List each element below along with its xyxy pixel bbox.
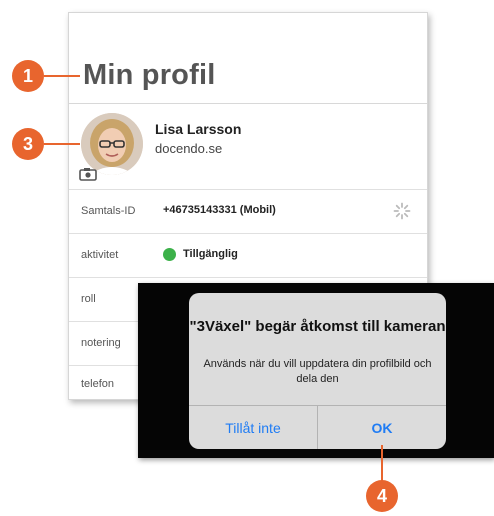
permission-alert: "3Växel" begär åtkomst till kameran Anvä…	[189, 293, 446, 449]
callout-leader-1	[44, 75, 80, 77]
activity-label: aktivitet	[81, 249, 119, 261]
profile-name: Lisa Larsson	[155, 121, 242, 137]
loading-spinner-icon	[393, 202, 411, 220]
row-activity[interactable]: aktivitet Tillgänglig	[69, 233, 427, 278]
alert-title: "3Växel" begär åtkomst till kameran	[189, 318, 446, 335]
callout-leader-4	[381, 445, 383, 482]
avatar[interactable]	[81, 113, 143, 175]
page-title: Min profil	[83, 59, 216, 91]
call-id-value: +46735143331 (Mobil)	[163, 204, 276, 216]
activity-value: Tillgänglig	[183, 248, 238, 260]
callout-badge-4: 4	[366, 480, 398, 512]
callout-badge-3: 3	[12, 128, 44, 160]
row-call-id[interactable]: Samtals-ID +46735143331 (Mobil)	[69, 189, 427, 234]
role-label: roll	[81, 293, 96, 305]
title-divider	[69, 103, 427, 104]
note-label: notering	[81, 337, 121, 349]
phone-label: telefon	[81, 378, 115, 390]
ok-button[interactable]: OK	[318, 406, 446, 449]
dialog-overlay: "3Växel" begär åtkomst till kameran Anvä…	[138, 283, 494, 458]
camera-icon[interactable]	[79, 167, 97, 181]
status-dot-icon	[163, 248, 176, 261]
callout-badge-1: 1	[12, 60, 44, 92]
profile-org: docendo.se	[155, 141, 223, 156]
alert-message: Används när du vill uppdatera din profil…	[203, 358, 432, 385]
deny-button[interactable]: Tillåt inte	[189, 406, 317, 449]
avatar-photo	[81, 113, 143, 175]
callout-leader-3	[44, 143, 80, 145]
call-id-label: Samtals-ID	[81, 205, 136, 217]
